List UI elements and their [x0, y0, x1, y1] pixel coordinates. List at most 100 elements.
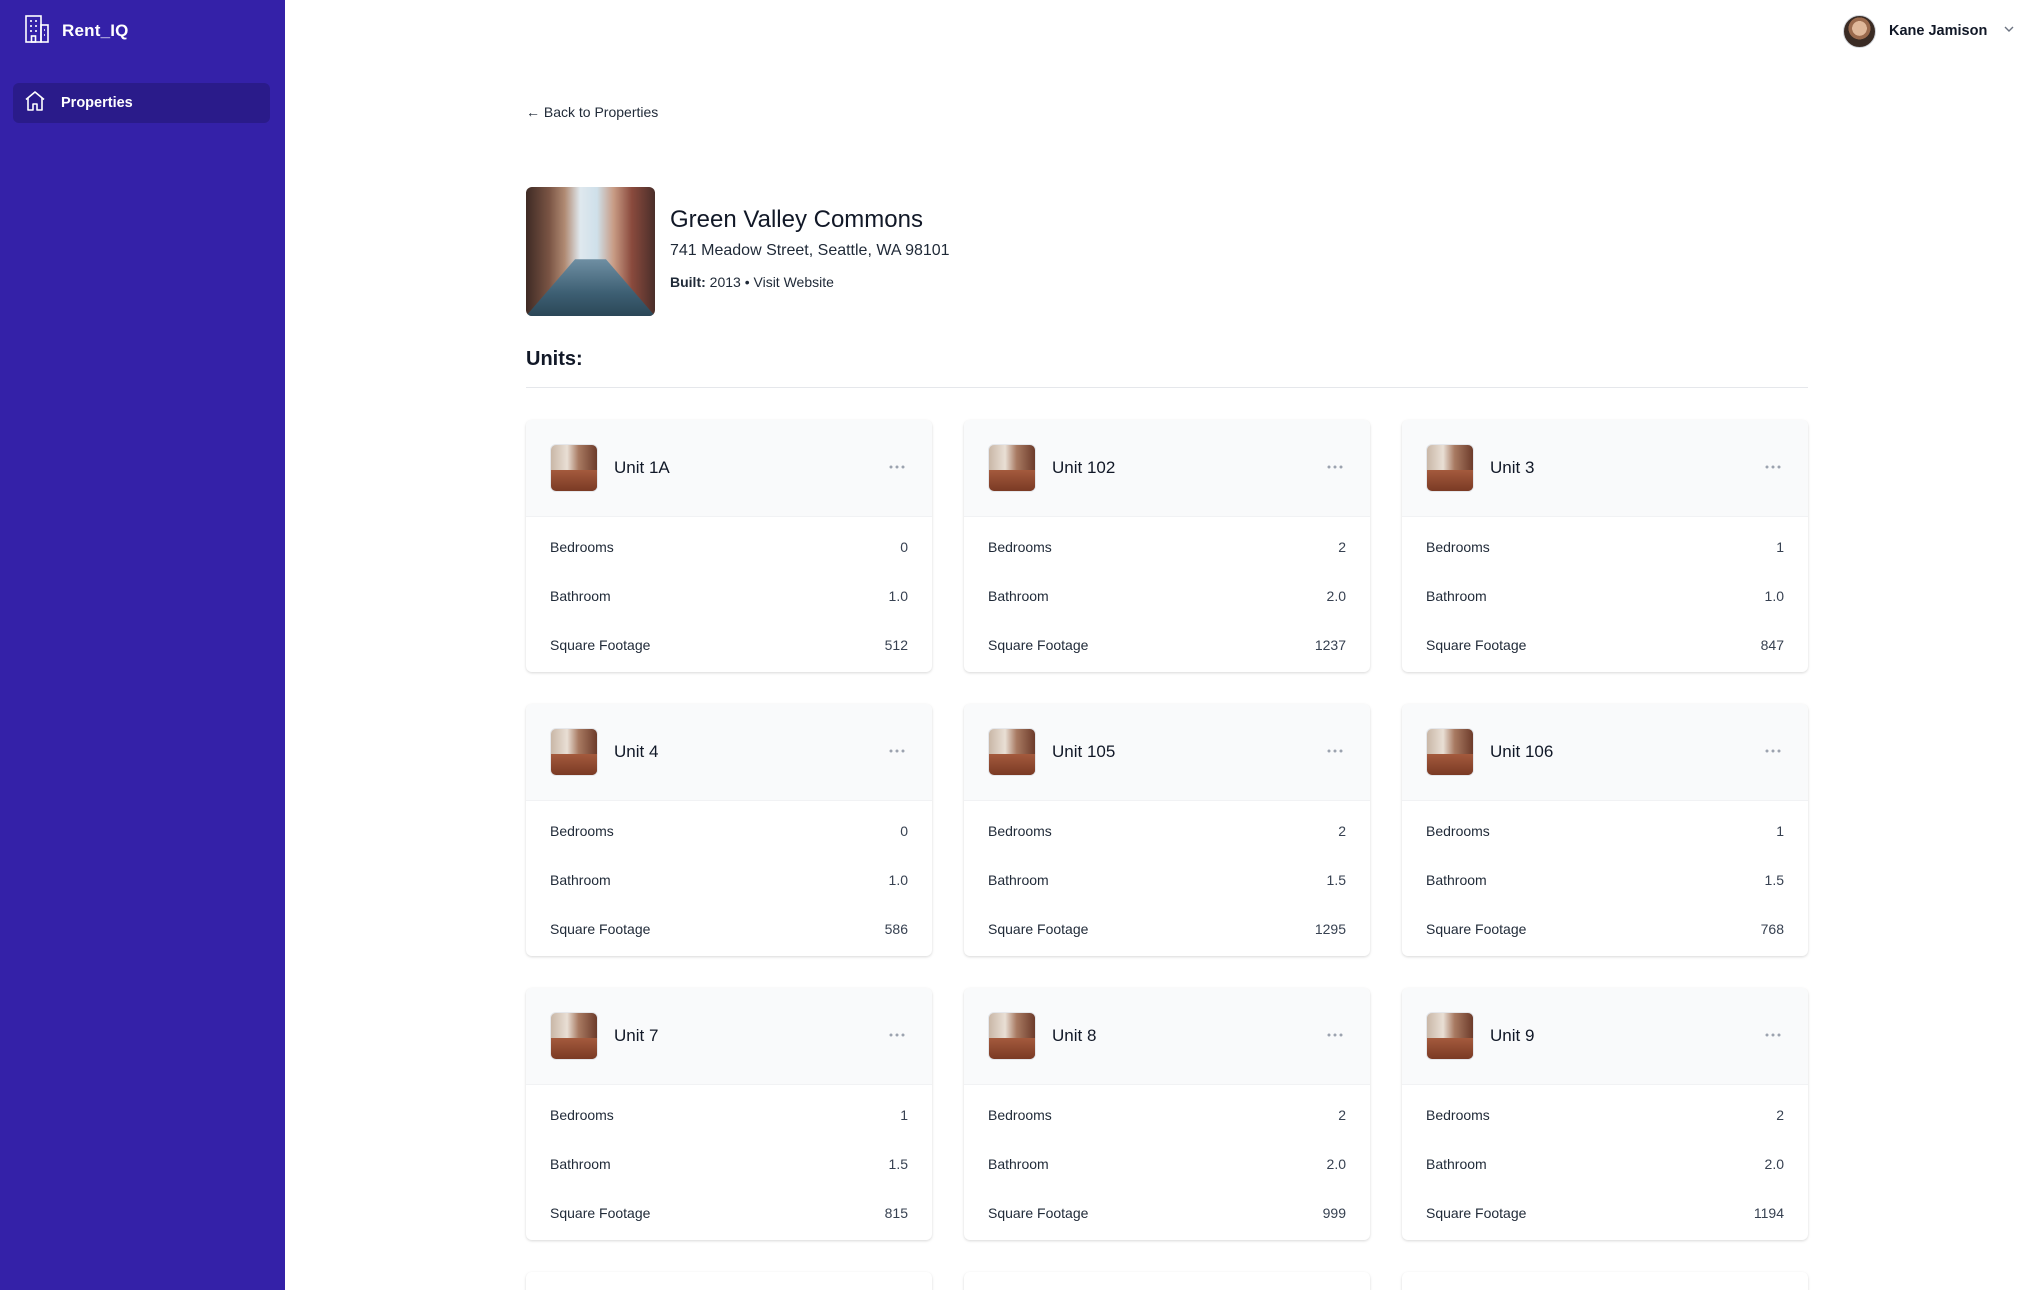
more-options-icon[interactable]: [1326, 742, 1344, 760]
sqft-value: 1237: [1314, 636, 1346, 653]
unit-name: Unit 3: [1490, 458, 1535, 477]
sidebar-item-properties[interactable]: Properties: [13, 83, 270, 123]
property-image: [526, 187, 655, 316]
bathroom-value: 1.5: [1326, 871, 1346, 888]
bathroom-row: Bathroom 1.5: [988, 855, 1346, 904]
bedrooms-value: 0: [900, 822, 908, 839]
unit-card-partial[interactable]: [1402, 1272, 1808, 1290]
unit-name: Unit 106: [1490, 742, 1554, 761]
sqft-value: 999: [1322, 1204, 1346, 1221]
bathroom-row: Bathroom 1.0: [550, 571, 908, 620]
unit-card[interactable]: Unit 106 Bedrooms 1 Bathroom 1.5 Square Fo…: [1402, 704, 1808, 956]
sqft-label: Square Footage: [550, 920, 651, 937]
bathroom-label: Bathroom: [1426, 871, 1487, 888]
unit-image: [1426, 444, 1474, 492]
bedrooms-row: Bedrooms 2: [988, 806, 1346, 855]
unit-image: [550, 1012, 598, 1060]
building-icon: [24, 14, 50, 49]
more-options-icon[interactable]: [1764, 742, 1782, 760]
brand[interactable]: Rent_IQ: [24, 14, 129, 49]
bathroom-value: 1.0: [888, 871, 908, 888]
sqft-label: Square Footage: [1426, 920, 1527, 937]
sqft-row: Square Footage 768: [1426, 904, 1784, 953]
unit-card[interactable]: Unit 8 Bedrooms 2 Bathroom 2.0 Square Foot…: [964, 988, 1370, 1240]
sqft-row: Square Footage 1237: [988, 620, 1346, 669]
bedrooms-row: Bedrooms 1: [550, 1090, 908, 1139]
sqft-row: Square Footage 1194: [1426, 1188, 1784, 1237]
bedrooms-label: Bedrooms: [988, 1106, 1052, 1123]
bathroom-row: Bathroom 1.5: [1426, 855, 1784, 904]
sqft-value: 1295: [1314, 920, 1346, 937]
sqft-label: Square Footage: [550, 1204, 651, 1221]
sqft-row: Square Footage 815: [550, 1188, 908, 1237]
property-meta: Built: 2013 • Visit Website: [670, 274, 834, 290]
sqft-value: 768: [1760, 920, 1784, 937]
bedrooms-row: Bedrooms 0: [550, 806, 908, 855]
bathroom-label: Bathroom: [1426, 587, 1487, 604]
unit-image: [988, 1012, 1036, 1060]
unit-image: [988, 728, 1036, 776]
bedrooms-row: Bedrooms 1: [1426, 806, 1784, 855]
bathroom-value: 1.0: [1764, 587, 1784, 604]
bedrooms-label: Bedrooms: [988, 822, 1052, 839]
meta-separator: •: [744, 274, 750, 290]
bathroom-value: 1.0: [888, 587, 908, 604]
unit-image: [1426, 728, 1474, 776]
user-name: Kane Jamison: [1889, 23, 1988, 39]
more-options-icon[interactable]: [888, 1026, 906, 1044]
unit-image: [1426, 1012, 1474, 1060]
sqft-label: Square Footage: [1426, 1204, 1527, 1221]
more-options-icon[interactable]: [1764, 458, 1782, 476]
bathroom-label: Bathroom: [550, 1155, 611, 1172]
bedrooms-label: Bedrooms: [1426, 538, 1490, 555]
bedrooms-value: 2: [1338, 822, 1346, 839]
bathroom-row: Bathroom 1.0: [1426, 571, 1784, 620]
unit-card[interactable]: Unit 4 Bedrooms 0 Bathroom 1.0 Square Foot…: [526, 704, 932, 956]
built-year: 2013: [709, 274, 741, 290]
bathroom-row: Bathroom 1.5: [550, 1139, 908, 1188]
bedrooms-value: 2: [1338, 1106, 1346, 1123]
visit-website-link[interactable]: Visit Website: [754, 274, 834, 290]
unit-name: Unit 102: [1052, 458, 1116, 477]
back-to-properties-link[interactable]: ← Back to Properties: [526, 104, 658, 120]
more-options-icon[interactable]: [1326, 1026, 1344, 1044]
bathroom-value: 2.0: [1326, 1155, 1346, 1172]
more-options-icon[interactable]: [888, 742, 906, 760]
bathroom-value: 2.0: [1764, 1155, 1784, 1172]
bedrooms-value: 1: [1776, 538, 1784, 555]
sqft-label: Square Footage: [1426, 636, 1527, 653]
unit-card-partial[interactable]: [964, 1272, 1370, 1290]
unit-card[interactable]: Unit 9 Bedrooms 2 Bathroom 2.0 Square Foot…: [1402, 988, 1808, 1240]
unit-card[interactable]: Unit 1A Bedrooms 0 Bathroom 1.0 Square Foo…: [526, 420, 932, 672]
unit-card-partial[interactable]: [526, 1272, 932, 1290]
bedrooms-row: Bedrooms 2: [988, 1090, 1346, 1139]
unit-card[interactable]: Unit 102 Bedrooms 2 Bathroom 2.0 Square Fo…: [964, 420, 1370, 672]
unit-card[interactable]: Unit 105 Bedrooms 2 Bathroom 1.5 Square Fo…: [964, 704, 1370, 956]
more-options-icon[interactable]: [888, 458, 906, 476]
bathroom-label: Bathroom: [988, 871, 1049, 888]
bedrooms-label: Bedrooms: [1426, 1106, 1490, 1123]
bathroom-label: Bathroom: [988, 587, 1049, 604]
bathroom-label: Bathroom: [988, 1155, 1049, 1172]
property-address: 741 Meadow Street, Seattle, WA 98101: [670, 242, 950, 259]
sqft-row: Square Footage 999: [988, 1188, 1346, 1237]
bedrooms-row: Bedrooms 2: [1426, 1090, 1784, 1139]
sidebar: Rent_IQ Properties: [0, 0, 285, 1290]
unit-name: Unit 105: [1052, 742, 1116, 761]
more-options-icon[interactable]: [1326, 458, 1344, 476]
sqft-value: 1194: [1753, 1204, 1784, 1221]
home-icon: [23, 89, 47, 118]
user-menu[interactable]: Kane Jamison: [1843, 14, 2016, 48]
built-label: Built:: [670, 274, 706, 290]
sqft-value: 512: [884, 636, 908, 653]
bedrooms-value: 1: [1776, 822, 1784, 839]
unit-card[interactable]: Unit 7 Bedrooms 1 Bathroom 1.5 Square Foot…: [526, 988, 932, 1240]
avatar: [1843, 14, 1876, 48]
bathroom-label: Bathroom: [550, 587, 611, 604]
bedrooms-value: 0: [900, 538, 908, 555]
bathroom-label: Bathroom: [1426, 1155, 1487, 1172]
sqft-label: Square Footage: [988, 920, 1089, 937]
unit-card[interactable]: Unit 3 Bedrooms 1 Bathroom 1.0 Square Foot…: [1402, 420, 1808, 672]
more-options-icon[interactable]: [1764, 1026, 1782, 1044]
sqft-row: Square Footage 512: [550, 620, 908, 669]
